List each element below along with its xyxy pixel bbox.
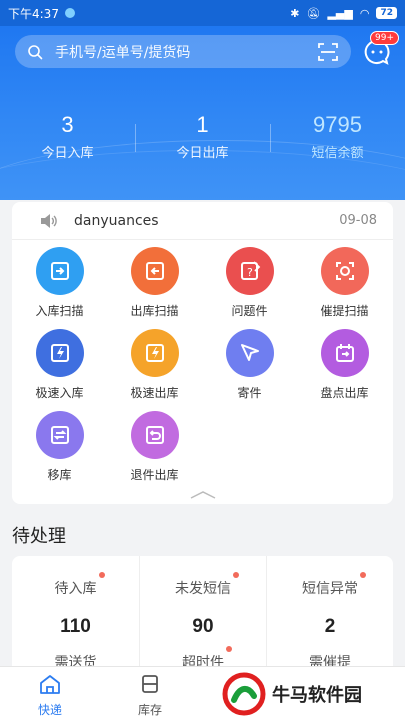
grid-item-label: 问题件 (231, 304, 268, 318)
header (0, 0, 405, 200)
grid-item-send[interactable]: 寄件 (202, 329, 297, 401)
grid-item-label: 极速入库 (35, 386, 84, 400)
search-placeholder: 手机号/运单号/提货码 (55, 44, 191, 61)
problem-icon: ? (225, 247, 274, 295)
grid-item-label: 退件出库 (130, 468, 179, 482)
signal-icon: ▂▄▆ (327, 6, 353, 20)
stats-row: 3 今日入库 1 今日出库 9795 短信余额 (0, 112, 405, 168)
send-icon (225, 329, 274, 377)
notice-date: 09-08 (339, 213, 377, 228)
grid-item-label: 入库扫描 (35, 304, 84, 318)
pending-card: 待入库 110 需送货 未发短信 90 超时件 短信异常 2 需催提 (12, 556, 393, 676)
grid-item-fast-in[interactable]: 极速入库 (12, 329, 107, 401)
status-time: 下午4:37 (8, 6, 59, 21)
pending-item-sms-error[interactable]: 短信异常 2 需催提 (266, 556, 393, 676)
grid-item-label: 寄件 (237, 386, 262, 400)
urge-scan-icon (320, 247, 369, 295)
scan-code-icon[interactable] (317, 42, 339, 62)
grid-item-label: 出库扫描 (130, 304, 179, 318)
grid-item-label: 移库 (47, 468, 72, 482)
red-dot (98, 572, 105, 578)
battery-icon: 72 (376, 7, 397, 19)
watermark-logo-icon (222, 672, 266, 716)
move-icon (35, 411, 84, 459)
speaker-icon (41, 213, 57, 228)
fast-in-icon (35, 329, 84, 377)
tab-express[interactable]: 快递 (0, 667, 100, 720)
inventory-out-icon (320, 329, 369, 377)
function-card: danyuances 09-08 入库扫描 出库扫描 ? 问题件 催提扫描 极速… (12, 202, 393, 504)
wifi-icon: ◠ (359, 6, 370, 20)
stat-label: 今日出库 (176, 146, 229, 161)
return-icon (130, 411, 179, 459)
tab-inventory[interactable]: 库存 (100, 667, 200, 720)
red-dot (233, 572, 239, 578)
stat-today-in[interactable]: 3 今日入库 (0, 112, 135, 168)
stat-label: 短信余额 (311, 146, 364, 161)
pending-label: 短信异常 (302, 581, 358, 597)
bluetooth-icon: ✱ (290, 6, 300, 20)
watermark-logo: 牛马软件园 (222, 670, 402, 718)
red-dot (226, 646, 232, 652)
mute-icon: 🔕︎ (306, 6, 321, 20)
pending-item-to-store[interactable]: 待入库 110 需送货 (12, 556, 139, 676)
stat-today-out[interactable]: 1 今日出库 (135, 112, 270, 168)
notice-bar[interactable]: danyuances 09-08 (12, 202, 393, 240)
grid-item-move[interactable]: 移库 (12, 411, 107, 483)
grid-item-scan-out[interactable]: 出库扫描 (107, 247, 202, 319)
search-input[interactable]: 手机号/运单号/提货码 (15, 35, 351, 68)
red-dot (360, 572, 366, 578)
home-icon (40, 675, 60, 694)
grid-item-fast-out[interactable]: 极速出库 (107, 329, 202, 401)
pending-label: 待入库 (54, 581, 97, 597)
stat-value: 9795 (313, 112, 362, 137)
pending-item-unsent-sms[interactable]: 未发短信 90 超时件 (139, 556, 266, 676)
grid-item-label: 极速出库 (130, 386, 179, 400)
grid-item-scan-in[interactable]: 入库扫描 (12, 247, 107, 319)
grid-item-problem[interactable]: ? 问题件 (202, 247, 297, 319)
stat-value: 3 (61, 112, 74, 137)
grid-item-label: 催提扫描 (320, 304, 369, 318)
grid-item-urge-scan[interactable]: 催提扫描 (297, 247, 392, 319)
status-icons: ✱ 🔕︎ ▂▄▆ ◠ 72 (290, 7, 397, 20)
pending-title: 待处理 (12, 526, 66, 547)
watermark-text: 牛马软件园 (272, 685, 362, 706)
pending-label: 未发短信 (175, 581, 231, 597)
svg-text:?: ? (247, 266, 253, 279)
scan-in-icon (35, 247, 84, 295)
search-icon (28, 44, 43, 59)
grid-item-inventory-out[interactable]: 盘点出库 (297, 329, 392, 401)
grid-item-return[interactable]: 退件出库 (107, 411, 202, 483)
stat-sms-balance[interactable]: 9795 短信余额 (270, 112, 405, 168)
fast-out-icon (130, 329, 179, 377)
app-notification-icon (64, 8, 75, 18)
stat-label: 今日入库 (41, 146, 94, 161)
collapse-chevron-up-icon[interactable] (189, 490, 217, 500)
inventory-icon (142, 675, 158, 693)
tab-label: 快递 (37, 703, 62, 717)
scan-out-icon (130, 247, 179, 295)
grid-item-label: 盘点出库 (320, 386, 369, 400)
notice-user: danyuances (74, 212, 159, 229)
status-bar: 下午4:37 ✱ 🔕︎ ▂▄▆ ◠ 72 (0, 0, 405, 26)
message-badge: 99+ (370, 31, 399, 45)
pending-value: 110 (60, 616, 91, 637)
tab-label: 库存 (137, 703, 162, 717)
stat-value: 1 (196, 112, 209, 137)
pending-value: 2 (324, 616, 336, 637)
pending-value: 90 (192, 616, 214, 637)
